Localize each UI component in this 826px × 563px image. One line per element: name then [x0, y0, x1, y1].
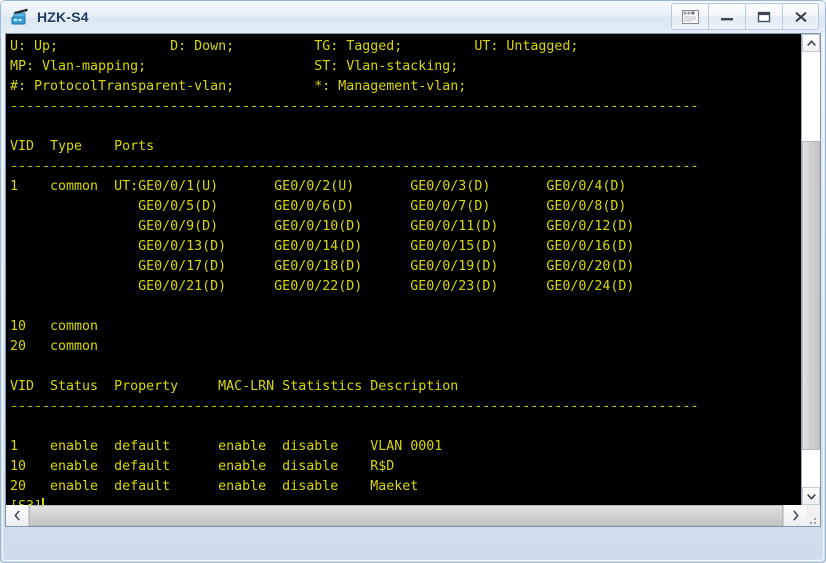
vertical-scroll-track[interactable]: [802, 52, 820, 487]
terminal-window: HZK-S4 U: Up; D: Down; TG: Tagged; UT: U…: [0, 0, 826, 563]
horizontal-scrollbar[interactable]: [5, 505, 821, 527]
ports-row: GE0/0/21(D) GE0/0/22(D) GE0/0/23(D) GE0/…: [10, 279, 635, 294]
blank-line-4: [10, 417, 801, 437]
blank-line-3: [10, 357, 801, 377]
switch-device-icon: [9, 6, 31, 28]
status-row: 20 enable default enable disable Maeket: [10, 479, 419, 494]
ports-table-header: VID Type Ports: [10, 139, 155, 154]
scroll-down-arrow-icon[interactable]: [802, 487, 820, 505]
terminal-row: U: Up; D: Down; TG: Tagged; UT: Untagged…: [5, 33, 821, 505]
status-row: 10 enable default enable disable R$D: [10, 459, 395, 474]
blank-line-2: [10, 297, 801, 317]
minimize-button[interactable]: [708, 3, 745, 30]
status-bar: [9, 527, 817, 533]
vertical-scroll-thumb[interactable]: [802, 141, 820, 451]
horizontal-scroll-track[interactable]: [29, 505, 783, 526]
ports-row: 1 common UT:GE0/0/1(U) GE0/0/2(U) GE0/0/…: [10, 179, 627, 194]
scroll-up-arrow-icon[interactable]: [802, 34, 820, 52]
maximize-button[interactable]: [745, 3, 782, 30]
ports-row: 10 common: [10, 319, 99, 334]
close-button[interactable]: [782, 3, 819, 30]
status-table-separator: ----------------------------------------…: [10, 399, 699, 414]
vertical-scrollbar[interactable]: [801, 34, 820, 505]
scroll-left-arrow-icon[interactable]: [6, 505, 29, 526]
text-cursor: [42, 498, 45, 505]
ports-row: GE0/0/5(D) GE0/0/6(D) GE0/0/7(D) GE0/0/8…: [10, 199, 627, 214]
client-area: U: Up; D: Down; TG: Tagged; UT: Untagged…: [5, 33, 821, 533]
window-title: HZK-S4: [37, 9, 89, 25]
legend-line-1: U: Up; D: Down; TG: Tagged; UT: Untagged…: [10, 39, 579, 54]
status-table-header: VID Status Property MAC-LRN Statistics D…: [10, 379, 459, 394]
menu-button[interactable]: [671, 3, 708, 30]
scroll-right-arrow-icon[interactable]: [783, 505, 806, 526]
ports-row: GE0/0/9(D) GE0/0/10(D) GE0/0/11(D) GE0/0…: [10, 219, 635, 234]
title-bar[interactable]: HZK-S4: [1, 1, 825, 33]
horizontal-scroll-thumb[interactable]: [29, 505, 783, 526]
ports-row: GE0/0/13(D) GE0/0/14(D) GE0/0/15(D) GE0/…: [10, 239, 635, 254]
legend-line-3: #: ProtocolTransparent-vlan; *: Manageme…: [10, 79, 467, 94]
ports-row: GE0/0/17(D) GE0/0/18(D) GE0/0/19(D) GE0/…: [10, 259, 635, 274]
legend-line-2: MP: Vlan-mapping; ST: Vlan-stacking;: [10, 59, 459, 74]
separator-line-1: ----------------------------------------…: [10, 99, 699, 114]
ports-table-separator: ----------------------------------------…: [10, 159, 699, 174]
prompt-line: [S3]: [10, 497, 801, 505]
ports-row: 20 common: [10, 339, 99, 354]
terminal-console[interactable]: U: Up; D: Down; TG: Tagged; UT: Untagged…: [6, 34, 801, 505]
status-row: 1 enable default enable disable VLAN 000…: [10, 439, 443, 454]
blank-line-1: [10, 117, 801, 137]
window-controls: [671, 3, 819, 30]
resize-grip[interactable]: [806, 505, 820, 526]
